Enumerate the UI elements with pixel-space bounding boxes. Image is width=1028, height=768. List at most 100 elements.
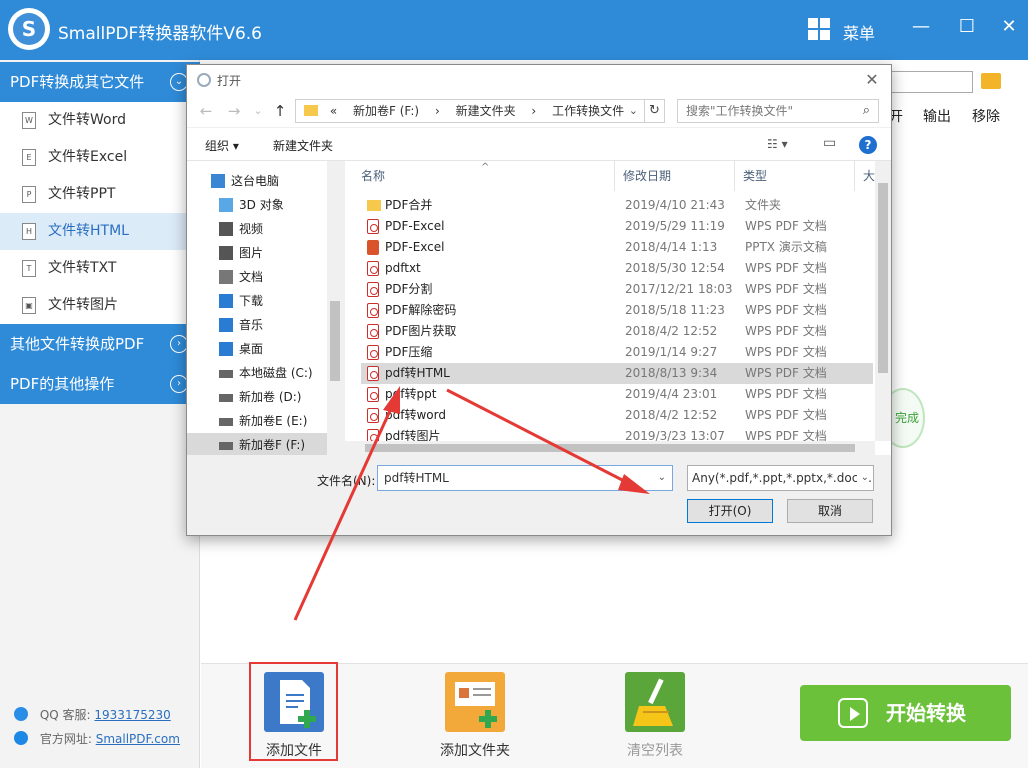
output-path-input[interactable]: [881, 71, 973, 93]
scrollbar-thumb[interactable]: [330, 301, 340, 381]
pdf-file-icon: [367, 282, 379, 297]
document-icon: [219, 270, 233, 284]
dialog-close-button[interactable]: ✕: [861, 69, 883, 91]
column-header-type[interactable]: 类型: [735, 161, 855, 191]
forward-icon[interactable]: →: [225, 102, 243, 120]
nav-item[interactable]: 桌面: [187, 337, 327, 361]
sidebar: PDF转换成其它文件 ⌄ W 文件转Word E 文件转Excel P 文件转PPT H 文件…: [0, 60, 200, 768]
file-row[interactable]: pdf转word 2018/4/2 12:52 WPS PDF 文档: [361, 405, 873, 426]
clear-list-button[interactable]: 清空列表: [605, 672, 705, 760]
open-button[interactable]: 打开(O): [687, 499, 773, 523]
new-folder-button[interactable]: 新建文件夹: [273, 137, 333, 154]
breadcrumb-separator[interactable]: ›: [531, 104, 536, 118]
preview-pane-icon[interactable]: ▭: [823, 135, 836, 151]
folder-icon: [304, 105, 318, 116]
file-name: PDF解除密码: [385, 303, 457, 317]
site-link[interactable]: SmallPDF.com: [96, 732, 180, 746]
nav-item[interactable]: 视频: [187, 217, 327, 241]
breadcrumb-separator[interactable]: ›: [435, 104, 440, 118]
sidebar-section-pdf-to-other[interactable]: PDF转换成其它文件 ⌄: [0, 62, 200, 102]
column-header-modified[interactable]: 修改日期: [615, 161, 735, 191]
nav-item[interactable]: 音乐: [187, 313, 327, 337]
sidebar-section-pdf-other-ops[interactable]: PDF的其他操作 ›: [0, 364, 200, 404]
refresh-icon[interactable]: ↻: [645, 99, 665, 123]
file-row[interactable]: PDF压缩 2019/1/14 9:27 WPS PDF 文档: [361, 342, 873, 363]
cancel-button[interactable]: 取消: [787, 499, 873, 523]
sidebar-item[interactable]: T 文件转TXT: [0, 250, 200, 287]
back-icon[interactable]: ←: [197, 102, 215, 120]
nav-scrollbar[interactable]: [327, 161, 343, 455]
file-list-horizontal-scrollbar[interactable]: [345, 441, 875, 455]
up-icon[interactable]: ↑: [271, 102, 289, 120]
folder-icon: [367, 200, 381, 211]
column-header-size[interactable]: 大: [855, 161, 875, 191]
nav-item[interactable]: 新加卷 (D:): [187, 385, 327, 409]
sidebar-item[interactable]: P 文件转PPT: [0, 176, 200, 213]
nav-item[interactable]: 文档: [187, 265, 327, 289]
nav-item[interactable]: 3D 对象: [187, 193, 327, 217]
file-type-select[interactable]: Any(*.pdf,*.ppt,*.pptx,*.doc,*. ⌄: [687, 465, 874, 491]
breadcrumb-folder[interactable]: 新建文件夹: [456, 104, 516, 118]
file-row[interactable]: PDF-Excel 2018/4/14 1:13 PPTX 演示文稿: [361, 237, 873, 258]
qq-support: QQ 客服: 1933175230: [14, 706, 171, 723]
breadcrumb-drive[interactable]: 新加卷F (F:): [353, 104, 419, 118]
file-row[interactable]: PDF图片获取 2018/4/2 12:52 WPS PDF 文档: [361, 321, 873, 342]
file-type: WPS PDF 文档: [745, 387, 827, 401]
view-options-icon[interactable]: ☷ ▾: [767, 137, 788, 151]
add-folder-button[interactable]: 添加文件夹: [425, 672, 525, 760]
file-type-icon: W: [22, 112, 36, 129]
nav-item[interactable]: 新加卷E (E:): [187, 409, 327, 433]
sidebar-section-other-to-pdf[interactable]: 其他文件转换成PDF ›: [0, 324, 200, 364]
address-dropdown-icon[interactable]: ⌄: [629, 100, 638, 122]
pdf-file-icon: [367, 366, 379, 381]
file-row[interactable]: PDF分割 2017/12/21 18:03 WPS PDF 文档: [361, 279, 873, 300]
sidebar-section-label: PDF转换成其它文件: [10, 73, 145, 91]
file-name: PDF合并: [385, 198, 433, 212]
file-list-vertical-scrollbar[interactable]: [875, 161, 891, 441]
recent-locations-icon[interactable]: ⌄: [249, 104, 267, 117]
file-modified-date: 2018/4/2 12:52: [625, 324, 718, 338]
file-row[interactable]: pdf转HTML 2018/8/13 9:34 WPS PDF 文档: [361, 363, 873, 384]
nav-item[interactable]: 本地磁盘 (C:): [187, 361, 327, 385]
play-icon: [838, 698, 868, 728]
dialog-footer: 文件名(N): pdf转HTML ⌄ Any(*.pdf,*.ppt,*.ppt…: [187, 455, 891, 535]
file-modified-date: 2019/1/14 9:27: [625, 345, 718, 359]
breadcrumb-current[interactable]: 工作转换文件: [552, 104, 624, 118]
minimize-button[interactable]: —: [908, 14, 934, 40]
sidebar-item[interactable]: W 文件转Word: [0, 102, 200, 139]
sidebar-item[interactable]: E 文件转Excel: [0, 139, 200, 176]
breadcrumb-overflow[interactable]: «: [330, 104, 337, 118]
file-row[interactable]: PDF解除密码 2018/5/18 11:23 WPS PDF 文档: [361, 300, 873, 321]
menu-grid-icon[interactable]: [808, 18, 830, 40]
close-button[interactable]: ✕: [996, 14, 1022, 40]
file-modified-date: 2018/4/2 12:52: [625, 408, 718, 422]
file-type: WPS PDF 文档: [745, 303, 827, 317]
sidebar-item[interactable]: ▣ 文件转图片: [0, 287, 200, 324]
menu-button[interactable]: 菜单: [843, 20, 875, 44]
chevron-down-icon[interactable]: ⌄: [658, 466, 666, 490]
nav-item[interactable]: 下载: [187, 289, 327, 313]
file-row[interactable]: pdf转ppt 2019/4/4 23:01 WPS PDF 文档: [361, 384, 873, 405]
help-icon[interactable]: ?: [859, 136, 877, 154]
sidebar-item[interactable]: H 文件转HTML: [0, 213, 200, 250]
search-input[interactable]: 搜索"工作转换文件" ⌕: [677, 99, 879, 123]
nav-item[interactable]: 新加卷F (F:): [187, 433, 327, 457]
scrollbar-thumb[interactable]: [878, 183, 888, 373]
cube-icon: [219, 198, 233, 212]
column-header-name[interactable]: 名称 ^: [353, 161, 615, 191]
nav-item[interactable]: 这台电脑: [187, 169, 327, 193]
start-convert-button[interactable]: 开始转换: [800, 685, 1011, 741]
file-row[interactable]: pdftxt 2018/5/30 12:54 WPS PDF 文档: [361, 258, 873, 279]
pdf-file-icon: [367, 345, 379, 360]
filename-input[interactable]: pdf转HTML ⌄: [377, 465, 673, 491]
qq-number-link[interactable]: 1933175230: [94, 708, 170, 722]
scrollbar-thumb[interactable]: [365, 444, 855, 452]
organize-button[interactable]: 组织 ▾: [205, 137, 239, 154]
nav-item[interactable]: 图片: [187, 241, 327, 265]
address-bar[interactable]: « 新加卷F (F:) › 新建文件夹 › 工作转换文件 ⌄: [295, 99, 645, 123]
file-row[interactable]: PDF合并 2019/4/10 21:43 文件夹: [361, 195, 873, 216]
folder-icon[interactable]: [981, 73, 1001, 89]
file-row[interactable]: PDF-Excel 2019/5/29 11:19 WPS PDF 文档: [361, 216, 873, 237]
drive-icon: [219, 394, 233, 402]
maximize-button[interactable]: ☐: [954, 14, 980, 40]
